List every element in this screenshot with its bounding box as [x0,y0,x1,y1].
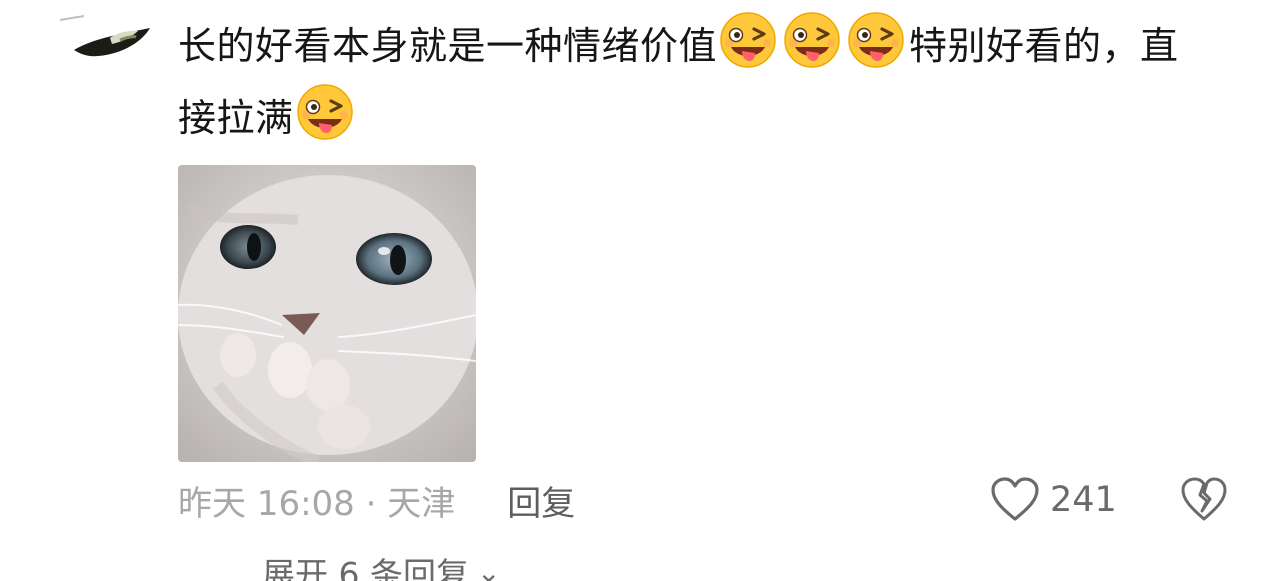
comment-image[interactable] [178,165,476,462]
reply-button[interactable]: 回复 [507,476,575,525]
like-count: 241 [1050,480,1117,520]
user-avatar[interactable] [58,14,154,62]
cat-photo-image [178,165,476,462]
expand-replies-button[interactable]: 展开 6 条回复 ⌄ [178,548,500,581]
winking-tongue-emoji-icon [719,11,777,69]
avatar-icon [59,15,150,57]
winking-tongue-emoji-icon [847,11,905,69]
comment-item: 长的好看本身就是一种情绪价值 特别好看的，直接拉满 昨天 16:08 · 天津 … [0,0,1280,581]
broken-heart-icon [1181,477,1227,521]
comment-text-part1: 长的好看本身就是一种情绪价值 [178,24,718,68]
expand-replies-label: 展开 6 条回复 [262,555,469,581]
like-button[interactable]: 241 [990,474,1117,526]
chevron-down-icon: ⌄ [476,555,501,581]
heart-outline-icon [991,477,1039,521]
winking-tongue-emoji-icon [295,83,354,141]
winking-tongue-emoji-icon [783,11,841,69]
comment-meta: 昨天 16:08 · 天津 回复 [178,474,575,526]
time-location: 昨天 16:08 · 天津 [178,483,456,524]
comment-text: 长的好看本身就是一种情绪价值 特别好看的，直接拉满 [178,10,1188,154]
dislike-button[interactable] [1180,474,1230,526]
